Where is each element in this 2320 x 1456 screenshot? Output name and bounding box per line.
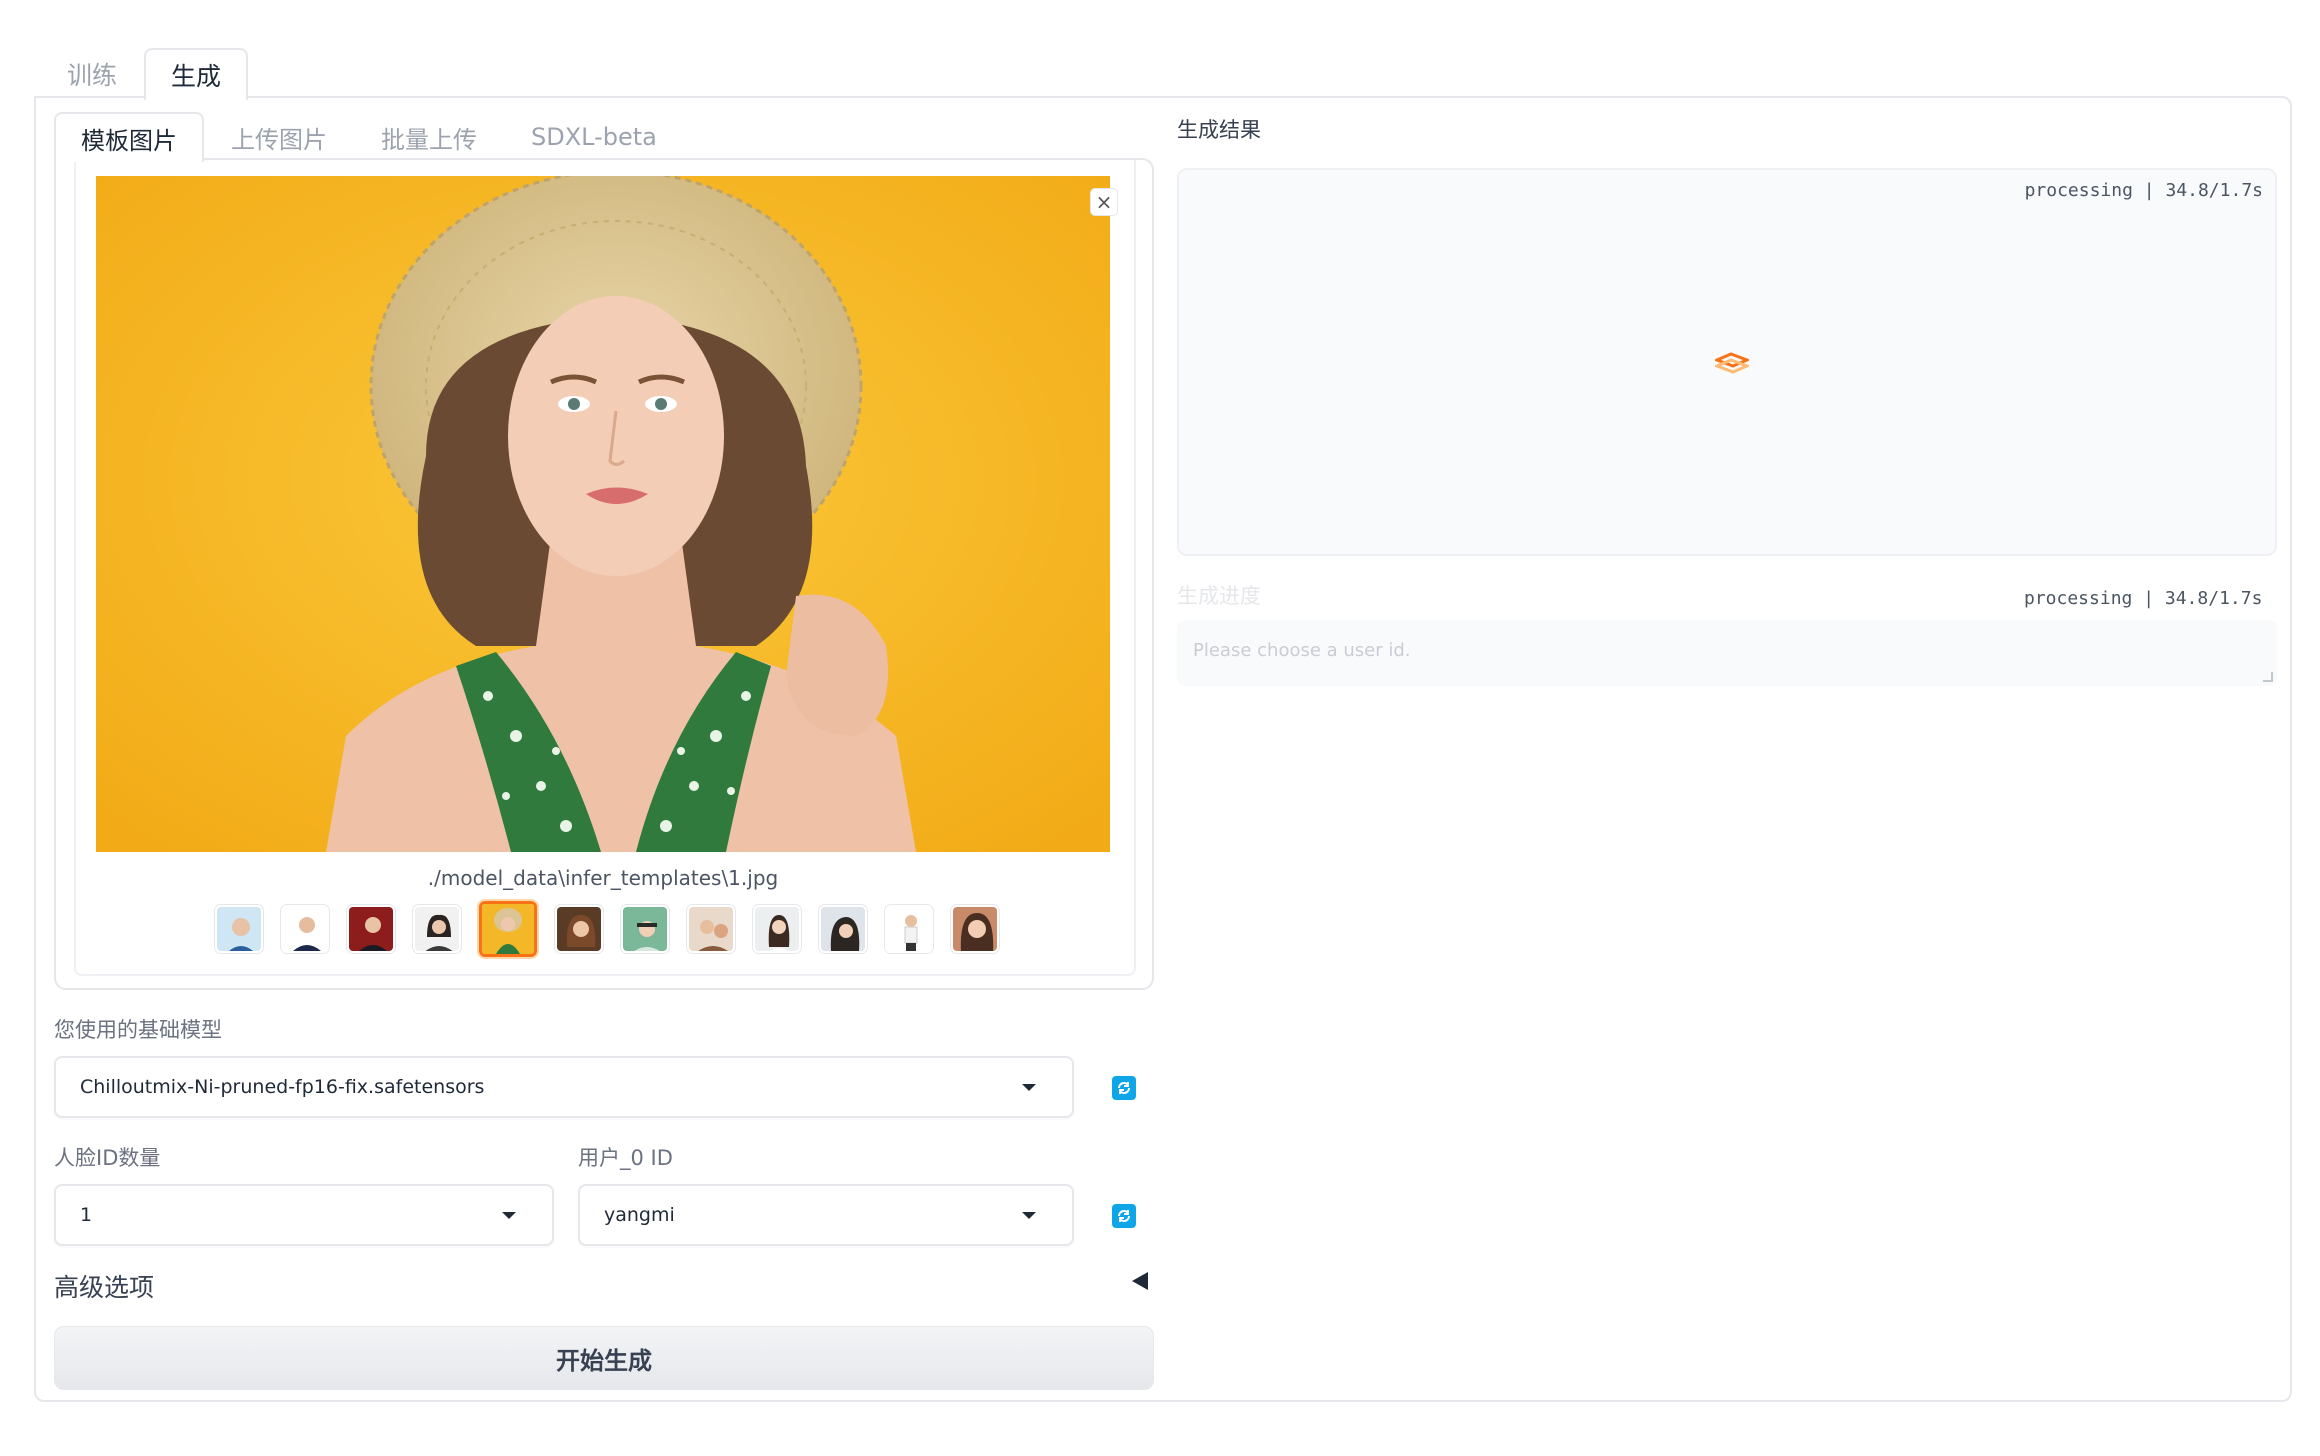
chevron-down-icon xyxy=(1022,1212,1036,1219)
base-model-label: 您使用的基础模型 xyxy=(54,1018,222,1042)
gallery-thumbnail[interactable] xyxy=(885,905,933,953)
refresh-icon xyxy=(1112,1204,1136,1228)
gallery-thumbnail[interactable] xyxy=(555,905,603,953)
user-id-label: 用户_0 ID xyxy=(578,1146,673,1170)
image-caption: ./model_data\infer_templates\1.jpg xyxy=(427,866,779,890)
thumbnail-strip xyxy=(215,901,999,957)
start-generate-button[interactable]: 开始生成 xyxy=(54,1326,1154,1390)
gallery-thumbnail[interactable] xyxy=(819,905,867,953)
result-label: 生成结果 xyxy=(1177,118,1261,142)
gallery-thumbnail[interactable] xyxy=(753,905,801,953)
gallery-thumbnail[interactable] xyxy=(281,905,329,953)
refresh-models-button[interactable] xyxy=(1094,1058,1154,1118)
base-model-dropdown[interactable]: Chilloutmix-Ni-pruned-fp16-fix.safetenso… xyxy=(54,1056,1074,1118)
chevron-down-icon xyxy=(502,1212,516,1219)
refresh-icon xyxy=(1112,1076,1136,1100)
result-status: processing | 34.8/1.7s xyxy=(2024,180,2263,201)
tab-sdxl-beta[interactable]: SDXL-beta xyxy=(504,112,684,160)
collapse-triangle-icon[interactable] xyxy=(1132,1272,1148,1290)
face-id-count-value: 1 xyxy=(80,1204,93,1226)
loading-spinner-icon xyxy=(1715,352,1749,374)
tab-train[interactable]: 训练 xyxy=(40,48,144,98)
base-model-value: Chilloutmix-Ni-pruned-fp16-fix.safetenso… xyxy=(80,1076,485,1098)
resize-handle-icon[interactable] xyxy=(2263,672,2273,682)
progress-placeholder: Please choose a user id. xyxy=(1193,640,1411,661)
gallery-thumbnail-selected[interactable] xyxy=(479,901,537,957)
tab-generate[interactable]: 生成 xyxy=(144,48,249,100)
refresh-user-ids-button[interactable] xyxy=(1094,1186,1154,1246)
tab-template-images[interactable]: 模板图片 xyxy=(54,112,204,162)
tab-upload-image[interactable]: 上传图片 xyxy=(204,112,354,160)
tab-batch-upload[interactable]: 批量上传 xyxy=(354,112,504,160)
progress-label: 生成进度 xyxy=(1177,584,1261,608)
chevron-down-icon xyxy=(1022,1084,1036,1091)
close-icon: × xyxy=(1095,190,1113,214)
user-id-dropdown[interactable]: yangmi xyxy=(578,1184,1074,1246)
gallery-thumbnail[interactable] xyxy=(347,905,395,953)
gallery-thumbnail[interactable] xyxy=(215,905,263,953)
advanced-options-toggle[interactable]: 高级选项 xyxy=(54,1268,154,1304)
face-id-count-label: 人脸ID数量 xyxy=(54,1146,161,1170)
face-id-count-dropdown[interactable]: 1 xyxy=(54,1184,554,1246)
sub-tabs: 模板图片 上传图片 批量上传 SDXL-beta xyxy=(54,110,684,162)
gallery-thumbnail[interactable] xyxy=(951,905,999,953)
gallery-thumbnail[interactable] xyxy=(621,905,669,953)
gallery-thumbnail[interactable] xyxy=(687,905,735,953)
gallery-thumbnail[interactable] xyxy=(413,905,461,953)
main-tabs: 训练 生成 xyxy=(40,46,249,100)
progress-status: processing | 34.8/1.7s xyxy=(2024,588,2263,609)
close-preview-button[interactable]: × xyxy=(1090,188,1118,216)
progress-textbox[interactable]: Please choose a user id. xyxy=(1177,620,2277,686)
result-image-area: processing | 34.8/1.7s xyxy=(1177,168,2277,556)
user-id-value: yangmi xyxy=(604,1204,675,1226)
template-preview-image[interactable] xyxy=(96,176,1110,852)
